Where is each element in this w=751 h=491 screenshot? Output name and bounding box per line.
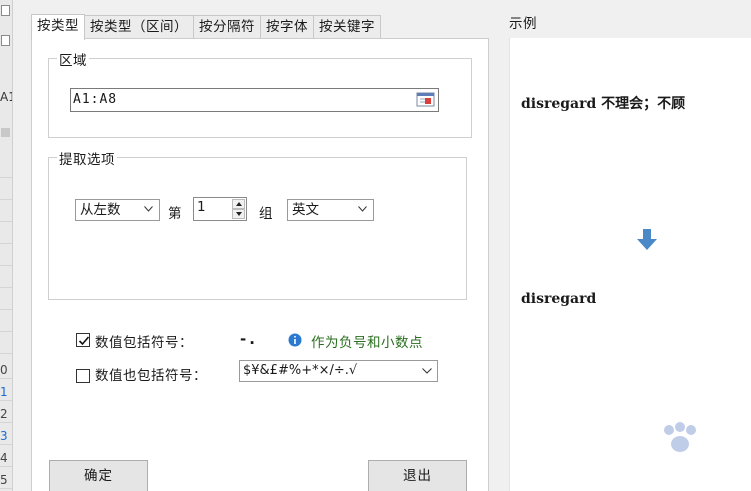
baidu-paw-logo: [664, 422, 696, 452]
stepper-down-button[interactable]: [232, 209, 245, 219]
region-group: 区域 A1:A8: [48, 49, 472, 138]
group-suffix-label: 组: [259, 206, 273, 222]
row-number: 0: [0, 362, 12, 379]
grid-cell: [0, 156, 12, 178]
exit-button[interactable]: 退出: [368, 460, 467, 491]
grid-cell: [0, 332, 12, 354]
arrow-up-icon: [236, 202, 242, 206]
grid-cell: [0, 310, 12, 332]
ok-button[interactable]: 确定: [49, 460, 148, 491]
info-text: 作为负号和小数点: [311, 335, 423, 351]
grid-cell: [0, 178, 12, 200]
row-number: 2: [0, 406, 12, 423]
tab-bar: 按类型 按类型（区间） 按分隔符 按字体 按关键字: [31, 14, 381, 40]
grid-cell: [0, 222, 12, 244]
group-number-stepper[interactable]: 1: [193, 197, 247, 221]
grid-cell: [0, 244, 12, 266]
tab-by-type-range[interactable]: 按类型（区间）: [84, 15, 194, 39]
direction-select[interactable]: 从左数: [75, 199, 160, 221]
tab-panel: 区域 A1:A8 提取选项 从左数 第 1 组 英文 数值包括符号： -. 作为…: [31, 38, 489, 491]
example-output-text: disregard: [521, 291, 597, 307]
numeric-symbols-checkbox[interactable]: [76, 333, 90, 347]
extra-symbols-value: $¥&£#%+*×/÷.√: [243, 363, 358, 378]
row-number: 3: [0, 428, 12, 445]
scroll-arrow-icon: [1, 128, 10, 137]
range-input-value: A1:A8: [73, 92, 118, 107]
checkbox-fragment: [1, 5, 10, 16]
baidu-watermark: [577, 418, 747, 488]
excel-sheet-fragment: A1 0 1 2 3 4 5: [0, 0, 13, 491]
type-select[interactable]: 英文: [287, 199, 374, 221]
group-number-value: 1: [197, 199, 206, 215]
checkbox-fragment: [1, 35, 10, 46]
extra-symbols-label: 数值也包括符号：: [95, 368, 207, 384]
arrow-down-icon: [637, 229, 657, 250]
grid-cell: [0, 288, 12, 310]
info-icon: [288, 333, 302, 347]
chevron-down-icon: [422, 368, 432, 374]
grid-cell: [0, 266, 12, 288]
tab-by-keyword[interactable]: 按关键字: [313, 15, 381, 39]
grid-cell: [0, 200, 12, 222]
numeric-symbols-label: 数值包括符号：: [95, 335, 193, 351]
example-input-text: disregard 不理会；不顾: [521, 96, 686, 112]
tab-by-type[interactable]: 按类型: [31, 14, 85, 40]
row-number: 1: [0, 384, 12, 401]
cell-reference: A1: [0, 90, 12, 104]
stepper-up-button[interactable]: [232, 199, 245, 209]
type-select-value: 英文: [292, 202, 319, 218]
extract-options-group: 提取选项 从左数 第 1 组 英文: [48, 148, 467, 300]
row-number: 4: [0, 450, 12, 467]
arrow-down-small-icon: [236, 212, 242, 216]
tab-by-delimiter[interactable]: 按分隔符: [193, 15, 261, 39]
extract-options-legend: 提取选项: [57, 148, 117, 168]
region-legend: 区域: [57, 49, 89, 69]
range-input[interactable]: A1:A8: [70, 88, 439, 112]
chevron-down-icon: [144, 206, 153, 212]
extra-symbols-checkbox[interactable]: [76, 369, 90, 383]
numeric-symbols-value: -.: [240, 330, 258, 348]
tab-by-font[interactable]: 按字体: [260, 15, 314, 39]
checkmark-icon: [78, 336, 90, 346]
direction-select-value: 从左数: [80, 202, 121, 218]
row-number: 5: [0, 472, 12, 489]
range-select-icon[interactable]: [416, 92, 436, 108]
example-title: 示例: [509, 16, 537, 32]
extra-symbols-combo[interactable]: $¥&£#%+*×/÷.√: [239, 360, 438, 382]
group-prefix-label: 第: [168, 206, 182, 222]
chevron-down-icon: [358, 206, 367, 212]
